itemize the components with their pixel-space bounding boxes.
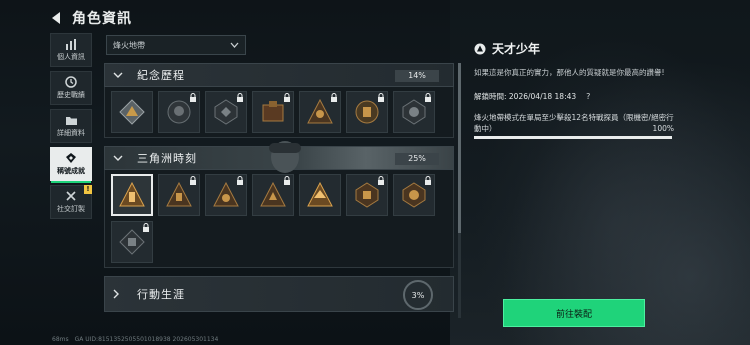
badge-tile[interactable] (252, 91, 294, 133)
lock-icon (284, 176, 290, 185)
lock-icon (237, 176, 243, 185)
go-equip-button[interactable]: 前往裝配 (503, 299, 645, 327)
notification-badge: ! (84, 185, 92, 194)
section-title: 行動生涯 (137, 288, 185, 301)
unlock-condition: 烽火地帶模式在單局至少擊殺12名特戰探員（限機密/絕密行動中） 100% (474, 112, 674, 134)
nav-label: 稱號成就 (57, 167, 85, 175)
badge-tile[interactable] (346, 174, 388, 216)
back-arrow-icon[interactable] (48, 10, 64, 26)
folder-icon (65, 116, 77, 125)
section-header[interactable]: 行動生涯 3% (104, 276, 454, 312)
achievement-icon (66, 153, 76, 163)
lock-icon (190, 93, 196, 102)
lock-icon (425, 176, 431, 185)
ping-text: 68ms (52, 336, 69, 343)
section-progress: 14% (395, 70, 439, 82)
badge-tile[interactable] (346, 91, 388, 133)
section-title: 三角洲時刻 (137, 152, 197, 165)
lock-icon (425, 93, 431, 102)
history-icon (65, 76, 77, 88)
section-delta-moments: 三角洲時刻 25% (104, 141, 454, 268)
condition-percent: 100% (652, 124, 674, 133)
tools-icon (66, 191, 76, 201)
badge-tile[interactable] (158, 91, 200, 133)
section-header[interactable]: 紀念歷程 14% (104, 63, 454, 87)
section-header[interactable]: 三角洲時刻 25% (104, 141, 454, 173)
badge-tile[interactable] (111, 221, 153, 263)
help-icon[interactable]: ? (586, 92, 590, 101)
condition-progress-bar (474, 136, 672, 139)
lock-icon (190, 176, 196, 185)
nav-label: 歷史戰績 (57, 91, 85, 99)
chevron-down-icon (230, 42, 239, 48)
badge-tile[interactable] (393, 91, 435, 133)
emblem-icon (307, 181, 333, 207)
emblem-icon (119, 99, 145, 125)
badge-tile-selected[interactable] (111, 174, 153, 216)
badge-tile[interactable] (299, 91, 341, 133)
dropdown-value: 烽火地帶 (113, 40, 145, 50)
condition-text: 烽火地帶模式在單局至少擊殺12名特戰探員（限機密/絕密行動中） (474, 113, 674, 133)
nav-item-details[interactable]: 詳細資料 (50, 109, 92, 143)
nav-item-social[interactable]: ! 社交訂製 (50, 185, 92, 219)
badge-tile[interactable] (252, 174, 294, 216)
badge-grid (104, 87, 454, 138)
achievement-list[interactable]: 紀念歷程 14% 三角洲時刻 25% 行動生涯 3% (104, 63, 454, 345)
list-scrollbar[interactable] (458, 63, 461, 318)
lock-icon (143, 223, 149, 232)
badge-tile[interactable] (205, 91, 247, 133)
page-header: 角色資訊 (48, 6, 132, 30)
uid-text: GA UID:8151352505501018938 202605301134 (74, 336, 219, 343)
detail-header: 天才少年 (474, 40, 684, 57)
nav-label: 詳細資料 (57, 128, 85, 137)
page-title: 角色資訊 (72, 11, 132, 27)
badge-tile[interactable] (158, 174, 200, 216)
unlock-time: 解鎖時間: 2026/04/18 18:43 ? (474, 91, 684, 102)
side-nav: 個人資訊 歷史戰績 詳細資料 稱號成就 ! 社交訂製 (50, 33, 92, 223)
badge-tile[interactable] (205, 174, 247, 216)
detail-description: 如果這是你真正的實力，那他人的質疑就是你最高的讚譽! (474, 68, 665, 77)
scrollbar-thumb[interactable] (458, 63, 461, 233)
lock-icon (378, 176, 384, 185)
lock-icon (284, 93, 290, 102)
unlock-time-text: 解鎖時間: 2026/04/18 18:43 (474, 92, 577, 101)
detail-title: 天才少年 (492, 42, 541, 56)
badge-tile[interactable] (111, 91, 153, 133)
section-progress: 25% (395, 153, 439, 165)
chevron-down-icon (113, 155, 125, 161)
badge-tile[interactable] (299, 174, 341, 216)
lock-icon (331, 93, 337, 102)
lock-icon (237, 93, 243, 102)
achievement-detail: 天才少年 如果這是你真正的實力，那他人的質疑就是你最高的讚譽! 解鎖時間: 20… (474, 40, 684, 139)
nav-item-achievements[interactable]: 稱號成就 (50, 147, 92, 183)
section-title: 紀念歷程 (137, 69, 185, 82)
section-memorial: 紀念歷程 14% (104, 63, 454, 138)
badge-grid (104, 170, 454, 268)
title-emblem-icon (474, 43, 486, 54)
nav-label: 個人資訊 (57, 52, 85, 61)
nav-label: 社交訂製 (57, 205, 85, 213)
nav-item-history[interactable]: 歷史戰績 (50, 71, 92, 105)
lock-icon (378, 93, 384, 102)
emblem-icon (119, 181, 145, 207)
footer-info: 68ms GA UID:8151352505501018938 20260530… (52, 336, 218, 343)
chevron-right-icon (113, 289, 125, 299)
mode-filter-dropdown[interactable]: 烽火地帶 (106, 35, 246, 55)
badge-tile[interactable] (393, 174, 435, 216)
section-progress-ring: 3% (403, 280, 433, 310)
chevron-down-icon (113, 72, 125, 78)
operator-portrait-icon (269, 141, 301, 173)
nav-item-profile[interactable]: 個人資訊 (50, 33, 92, 67)
bar-chart-icon (66, 38, 76, 50)
section-operation-career: 行動生涯 3% (104, 276, 454, 312)
